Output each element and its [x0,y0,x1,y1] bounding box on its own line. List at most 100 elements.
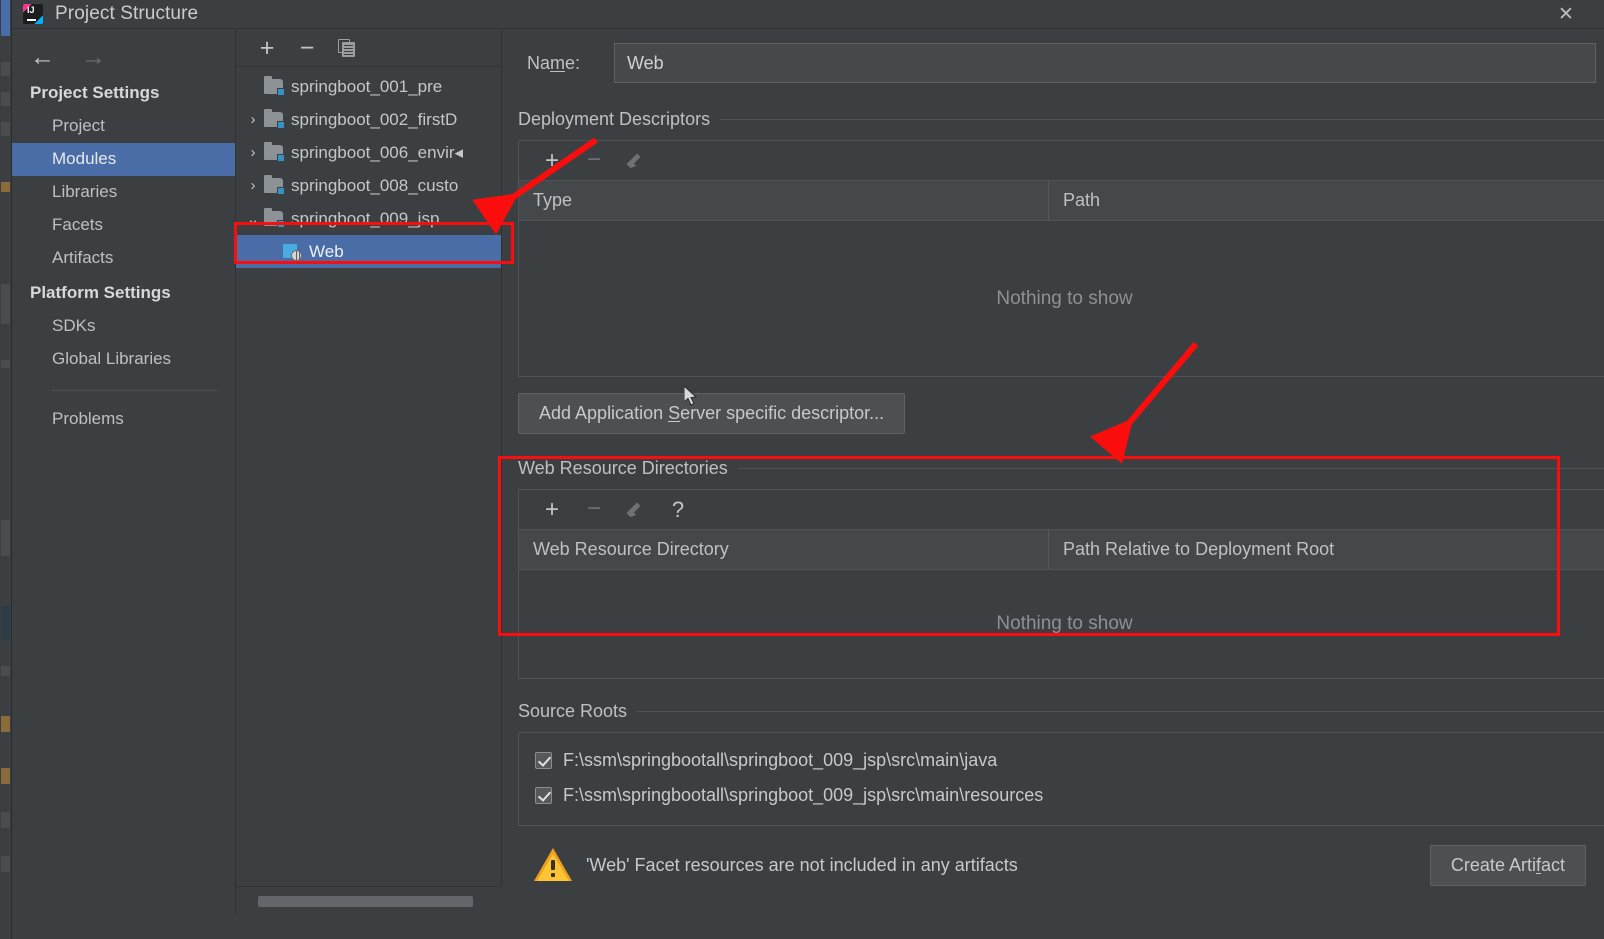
add-deployment-descriptor-button[interactable]: + [531,144,573,178]
column-header-path[interactable]: Path [1049,181,1604,220]
tree-row[interactable]: › springboot_008_custo [236,169,501,202]
edit-deployment-descriptor-button[interactable] [615,144,657,178]
remove-deployment-descriptor-button[interactable]: − [573,144,615,178]
column-header-type[interactable]: Type [519,181,1049,220]
chevron-right-icon[interactable]: › [242,144,264,161]
column-header-web-resource-directory[interactable]: Web Resource Directory [519,530,1049,569]
web-resource-directories-empty-message: Nothing to show [996,613,1133,634]
copy-module-button[interactable] [327,32,367,64]
nav-divider [52,390,217,391]
sidebar-item-facets[interactable]: Facets [12,209,235,242]
source-root-path: F:\ssm\springbootall\springboot_009_jsp\… [563,750,998,770]
list-item[interactable]: F:\ssm\springbootall\springboot_009_jsp\… [519,743,1604,778]
section-divider [720,119,1604,120]
navigation-history-controls: ← → [12,29,235,75]
dialog-title: Project Structure [55,3,199,24]
minus-icon: − [299,33,315,62]
pencil-icon [625,151,646,171]
facet-name-input[interactable] [614,43,1596,83]
copy-icon [338,38,356,57]
dialog-title-bar: Project Structure ✕ [12,0,1604,28]
modules-tree-panel: + − springboot_001_pre › springboot_002_… [236,29,502,913]
deployment-descriptors-empty-message: Nothing to show [996,287,1133,309]
web-resource-directories-help-button[interactable]: ? [657,493,699,527]
remove-web-resource-directory-button[interactable]: − [573,493,615,527]
chevron-down-icon[interactable]: ⌄ [242,210,264,228]
forward-arrow-icon[interactable]: → [81,44,106,70]
source-roots-header: Source Roots [518,701,1604,722]
tree-row[interactable]: ⌄ springboot_009_jsp [236,202,501,235]
edit-web-resource-directory-button[interactable] [615,493,657,527]
section-title: Deployment Descriptors [518,109,711,129]
web-resource-directories-header: Web Resource Directories [518,458,1604,479]
chevron-right-icon[interactable]: › [242,111,264,128]
module-icon [264,208,285,228]
section-divider [637,711,1604,712]
section-divider [737,468,1604,469]
sidebar-item-global-libraries[interactable]: Global Libraries [12,343,235,376]
background-ide-edge [0,0,12,939]
list-item[interactable]: F:\ssm\springbootall\springboot_009_jsp\… [519,778,1604,813]
tree-row[interactable]: › springboot_002_firstD [236,103,501,136]
tree-item-label: springboot_008_custo [291,175,459,195]
nav-group-project-settings: Project Settings [30,83,160,102]
sidebar-item-project[interactable]: Project [12,110,235,143]
facet-settings-panel: Name: Deployment Descriptors + − [502,29,1604,939]
modules-tree-toolbar: + − [236,29,501,67]
tree-row[interactable]: › springboot_006_envir◂ [236,136,501,169]
checkbox-checked-icon[interactable] [535,787,552,804]
tree-item-label: Web [309,241,344,261]
chevron-right-icon[interactable]: › [242,177,264,194]
remove-module-button[interactable]: − [287,32,327,64]
source-roots-section: Source Roots F:\ssm\springbootall\spring… [518,701,1604,886]
add-application-server-descriptor-button[interactable]: Add Application Server specific descript… [518,393,906,434]
sidebar-item-libraries[interactable]: Libraries [12,176,235,209]
nav-group-platform-settings: Platform Settings [30,283,171,302]
web-resource-directories-table-header: Web Resource Directory Path Relative to … [519,530,1604,570]
tree-item-label: springboot_002_firstD [291,109,458,129]
tree-horizontal-scrollbar[interactable] [236,886,502,913]
tree-row[interactable]: springboot_001_pre [236,70,501,103]
tree-item-label: springboot_001_pre [291,76,443,96]
sidebar-item-problems[interactable]: Problems [12,403,235,436]
web-resource-directories-toolbar: + − ? [519,490,1604,530]
sidebar-item-artifacts[interactable]: Artifacts [12,242,235,275]
web-resource-directories-table-panel: + − ? Web Resource Directory Path Relati… [518,489,1604,679]
close-icon[interactable]: ✕ [1546,0,1586,28]
section-title: Web Resource Directories [518,458,728,478]
back-arrow-icon[interactable]: ← [30,44,55,70]
plus-icon: + [259,33,275,62]
section-title: Source Roots [518,701,628,721]
project-structure-dialog: Project Structure ✕ ← → Project Settings… [0,0,1604,939]
column-header-path-relative[interactable]: Path Relative to Deployment Root [1049,530,1604,569]
module-icon [264,142,285,162]
module-icon [264,109,285,129]
add-module-button[interactable]: + [247,32,287,64]
artifact-warning-row: 'Web' Facet resources are not included i… [518,844,1604,886]
sidebar-item-modules[interactable]: Modules [12,143,235,176]
warning-message: 'Web' Facet resources are not included i… [586,854,1018,875]
source-roots-list: F:\ssm\springbootall\springboot_009_jsp\… [518,732,1604,826]
tree-item-label: springboot_006_envir◂ [291,142,464,162]
modules-tree: springboot_001_pre › springboot_002_firs… [236,67,501,268]
module-icon [264,175,285,195]
sidebar-item-sdks[interactable]: SDKs [12,310,235,343]
deployment-descriptors-table-panel: + − Type Path Nothing to show [518,140,1604,377]
question-mark-icon: ? [671,496,685,522]
minus-icon: − [586,146,601,174]
create-artifact-button[interactable]: Create Artifact [1429,844,1586,886]
checkbox-checked-icon[interactable] [535,752,552,769]
source-root-path: F:\ssm\springbootall\springboot_009_jsp\… [563,785,1044,805]
plus-icon: + [544,146,559,174]
dialog-body: ← → Project Settings Project Modules Lib… [12,28,1604,939]
deployment-descriptors-table-header: Type Path [519,181,1604,221]
facet-name-label: Name: [527,52,581,73]
web-resource-directories-section: Web Resource Directories + − ? Web Resou… [518,458,1604,679]
deployment-descriptors-section: Deployment Descriptors + − Type Path Not… [518,109,1604,434]
scrollbar-thumb[interactable] [258,896,473,907]
web-facet-icon [282,243,302,261]
minus-icon: − [586,495,601,523]
warning-triangle-icon [534,848,572,882]
add-web-resource-directory-button[interactable]: + [531,493,573,527]
tree-row-web-facet[interactable]: Web [236,235,501,268]
